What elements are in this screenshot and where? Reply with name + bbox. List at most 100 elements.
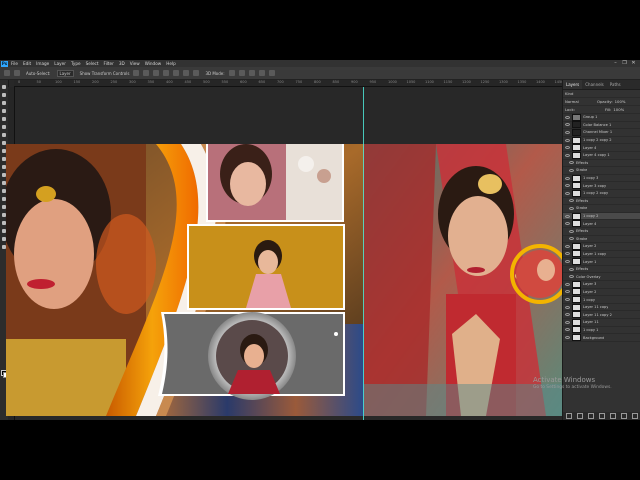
visibility-eye-icon[interactable] [569,161,574,165]
visibility-eye-icon[interactable] [565,305,570,309]
new-layer-icon[interactable] [621,413,628,419]
minimize-button[interactable]: – [611,60,620,67]
visibility-eye-icon[interactable] [565,130,570,134]
menu-layer[interactable]: Layer [54,61,66,66]
visibility-eye-icon[interactable] [565,260,570,264]
visibility-eye-icon[interactable] [569,237,574,241]
visibility-eye-icon[interactable] [565,222,570,226]
visibility-eye-icon[interactable] [565,115,570,119]
visibility-eye-icon[interactable] [565,336,570,340]
layer-row[interactable]: Effects [563,198,640,206]
distribute-icon[interactable] [193,70,200,76]
show-transform-checkbox[interactable]: Show Transform Controls [80,71,130,76]
visibility-eye-icon[interactable] [565,146,570,150]
visibility-eye-icon[interactable] [565,191,570,195]
visibility-eye-icon[interactable] [565,244,570,248]
visibility-eye-icon[interactable] [565,176,570,180]
3d-slide-icon[interactable] [258,70,265,76]
layer-row[interactable]: 1 copy 2 copy [563,189,640,198]
menu-window[interactable]: Window [145,61,162,66]
activate-windows-title: Activate Windows [533,376,596,384]
menu-file[interactable]: File [11,61,18,66]
lasso-tool-button[interactable] [1,100,7,106]
visibility-eye-icon[interactable] [565,153,570,157]
align-middle-icon[interactable] [173,70,180,76]
menu-edit[interactable]: Edit [23,61,31,66]
visibility-eye-icon[interactable] [565,123,570,127]
auto-select-checkbox[interactable]: Auto-Select: [26,71,51,76]
visibility-eye-icon[interactable] [565,282,570,286]
visibility-eye-icon[interactable] [565,313,570,317]
maximize-button[interactable]: ❐ [620,60,629,67]
quick-select-tool-button[interactable] [1,108,7,114]
visibility-eye-icon[interactable] [565,184,570,188]
visibility-eye-icon[interactable] [565,328,570,332]
auto-select-dropdown[interactable]: Layer [56,69,74,77]
tab-channels[interactable]: Channels [582,80,607,89]
kind-filter-dropdown[interactable]: Kind [565,91,573,96]
link-layers-icon[interactable] [565,413,572,419]
marquee-tool-button[interactable] [1,92,7,98]
align-bottom-icon[interactable] [183,70,190,76]
layer-row[interactable]: Layer 1 [563,258,640,266]
visibility-eye-icon[interactable] [565,320,570,324]
blend-mode-dropdown[interactable]: Normal [565,99,597,104]
visibility-eye-icon[interactable] [565,252,570,256]
visibility-eye-icon[interactable] [569,275,574,279]
align-left-icon[interactable] [133,70,140,76]
align-center-icon[interactable] [143,70,150,76]
new-group-icon[interactable] [610,413,617,419]
layer-style-icon[interactable] [576,413,583,419]
tab-paths[interactable]: Paths [607,80,624,89]
visibility-eye-icon[interactable] [569,229,574,233]
menu-help[interactable]: Help [166,61,176,66]
add-mask-icon[interactable] [587,413,594,419]
menu-view[interactable]: View [130,61,140,66]
healing-tool-button[interactable] [1,132,7,138]
visibility-eye-icon[interactable] [569,206,574,210]
fill-label: Fill: [605,107,612,112]
delete-layer-icon[interactable] [632,413,639,419]
layer-row[interactable]: Layer 4 copy 1 [563,151,640,160]
menu-3d[interactable]: 3D [119,61,125,66]
layer-row[interactable]: Effects [563,228,640,236]
visibility-eye-icon[interactable] [569,199,574,203]
eyedropper-tool-button[interactable] [1,124,7,130]
visibility-eye-icon[interactable] [565,290,570,294]
visibility-eye-icon[interactable] [565,298,570,302]
opacity-field[interactable]: 100% [615,99,626,104]
menu-image[interactable]: Image [36,61,49,66]
3d-scale-icon[interactable] [268,70,275,76]
3d-roll-icon[interactable] [238,70,245,76]
menu-filter[interactable]: Filter [103,61,113,66]
visibility-eye-icon[interactable] [569,168,574,172]
visibility-eye-icon[interactable] [569,267,574,271]
horizontal-ruler: 0 50 100 150 200 250 300 350 400 450 500 550 600 650 7… [14,80,563,87]
tool-preset-icon[interactable] [14,70,20,76]
crop-tool-button[interactable] [1,116,7,122]
document-canvas[interactable] [6,144,562,416]
move-tool-button[interactable] [1,84,7,90]
layer-row[interactable]: Layer 4 [563,220,640,228]
layer-row[interactable]: Effects [563,160,640,168]
adjustment-layer-icon[interactable] [598,413,605,419]
fill-field[interactable]: 100% [613,107,624,112]
align-right-icon[interactable] [153,70,160,76]
visibility-eye-icon[interactable] [565,214,570,218]
layer-name: Channel Mixer 1 [583,130,613,135]
3d-orbit-icon[interactable] [228,70,235,76]
visibility-eye-icon[interactable] [565,138,570,142]
close-button[interactable]: ✕ [629,60,638,67]
vertical-guide-line[interactable] [363,87,364,420]
layer-row[interactable]: Effects [563,266,640,274]
layer-row[interactable]: Background [563,334,640,342]
move-tool-icon[interactable] [4,70,10,76]
tab-layers[interactable]: Layers [563,80,583,89]
align-top-icon[interactable] [163,70,170,76]
menu-type[interactable]: Type [71,61,81,66]
3d-pan-icon[interactable] [248,70,255,76]
layers-panel: Layers Channels Paths Kind Normal Opacit… [562,80,640,420]
layer-thumbnail [572,212,581,220]
layer-thumbnail [572,121,581,129]
menu-select[interactable]: Select [86,61,99,66]
